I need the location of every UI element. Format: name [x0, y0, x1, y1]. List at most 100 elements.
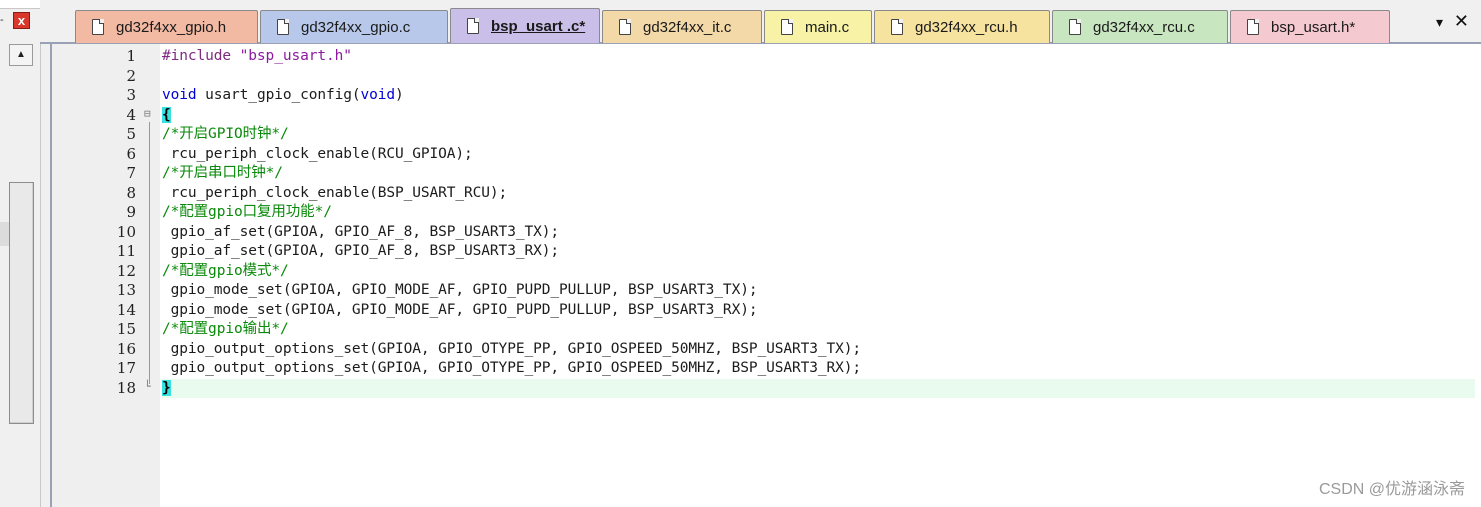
watermark: CSDN @优游涵泳斋 — [1318, 481, 1465, 498]
tab-bsp-usart-c[interactable]: bsp_usart .c* — [450, 8, 600, 43]
line-number: 5 — [126, 125, 136, 143]
line-number: 16 — [116, 339, 136, 358]
line-number: 8 — [126, 183, 136, 202]
scroll-marker — [0, 222, 9, 246]
code-text: /*配置gpio模式*/ — [162, 262, 289, 282]
code-token: usart_gpio_config( — [196, 87, 361, 103]
code-text: /*配置gpio输出*/ — [162, 320, 289, 340]
code-text: rcu_periph_clock_enable(RCU_GPIOA); — [162, 145, 473, 165]
code-token: } — [162, 379, 171, 396]
file-icon — [92, 19, 104, 35]
tab-bsp-usart-h[interactable]: bsp_usart.h* — [1230, 10, 1390, 43]
code-line[interactable]: 3 void usart_gpio_config(void) — [52, 86, 1481, 106]
pane-dash: - — [0, 14, 4, 26]
code-token: /*配置gpio口复用功能*/ — [162, 204, 332, 220]
line-number: 17 — [116, 359, 136, 377]
tab-label: gd32f4xx_rcu.h — [915, 18, 1018, 36]
tab-gd32f4xx-gpio-c[interactable]: gd32f4xx_gpio.c — [260, 10, 448, 43]
tab-label: bsp_usart.h* — [1271, 18, 1356, 36]
tab-gd32f4xx-it-c[interactable]: gd32f4xx_it.c — [602, 10, 762, 43]
line-number: 15 — [116, 320, 136, 338]
line-number: 2 — [126, 66, 136, 85]
file-icon — [467, 18, 479, 34]
line-number: 18 — [116, 378, 136, 397]
code-token: rcu_periph_clock_enable(RCU_GPIOA); — [162, 145, 473, 162]
line-number: 9 — [126, 203, 136, 221]
code-line[interactable]: 9 /*配置gpio口复用功能*/ — [52, 203, 1481, 223]
file-icon — [891, 19, 903, 35]
tab-list-menu-icon[interactable]: ▾ — [1436, 14, 1443, 31]
fold-toggle-icon[interactable]: └ — [144, 381, 155, 392]
line-number: 6 — [126, 144, 136, 163]
file-icon — [1069, 19, 1081, 35]
code-token: void — [162, 87, 197, 103]
scroll-up-arrow-icon[interactable]: ▲ — [9, 44, 33, 66]
code-token: gpio_af_set(GPIOA, GPIO_AF_8, BSP_USART3… — [162, 243, 559, 259]
code-token: gpio_output_options_set(GPIOA, GPIO_OTYP… — [162, 340, 862, 357]
code-line[interactable]: 1 #include "bsp_usart.h" — [52, 47, 1481, 67]
close-tab-icon[interactable]: ✕ — [1454, 11, 1469, 32]
code-text: gpio_af_set(GPIOA, GPIO_AF_8, BSP_USART3… — [162, 242, 559, 262]
close-pane-icon[interactable]: x — [13, 12, 30, 29]
code-text: gpio_mode_set(GPIOA, GPIO_MODE_AF, GPIO_… — [162, 301, 758, 321]
code-text: { — [162, 106, 171, 126]
code-line[interactable]: 5 /*开启GPIO时钟*/ — [52, 125, 1481, 145]
code-line[interactable]: 15 /*配置gpio输出*/ — [52, 320, 1481, 340]
code-token: /*开启GPIO时钟*/ — [162, 126, 289, 142]
line-number: 12 — [116, 261, 136, 280]
line-number: 10 — [116, 222, 136, 241]
tab-label: gd32f4xx_gpio.c — [301, 18, 411, 36]
code-text: void usart_gpio_config(void) — [162, 86, 404, 106]
code-line[interactable]: 11 gpio_af_set(GPIOA, GPIO_AF_8, BSP_USA… — [52, 242, 1481, 262]
code-text: /*开启串口时钟*/ — [162, 164, 283, 184]
code-line[interactable]: 17 gpio_output_options_set(GPIOA, GPIO_O… — [52, 359, 1481, 379]
code-line[interactable]: 13 gpio_mode_set(GPIOA, GPIO_MODE_AF, GP… — [52, 281, 1481, 301]
fold-toggle-icon[interactable]: ⊟ — [144, 108, 155, 119]
code-token: #include — [162, 48, 240, 64]
code-editor[interactable]: 1 #include "bsp_usart.h" 2 3 void usart_gpio… — [50, 44, 1481, 507]
line-number: 3 — [126, 86, 136, 104]
code-text: gpio_mode_set(GPIOA, GPIO_MODE_AF, GPIO_… — [162, 281, 758, 301]
code-line[interactable]: 18 └} — [52, 378, 1481, 399]
file-icon — [277, 19, 289, 35]
code-token: ) — [395, 87, 404, 103]
code-line[interactable]: 4 ⊟ { — [52, 106, 1481, 126]
tab-label: gd32f4xx_it.c — [643, 18, 732, 36]
file-tab-bar: ▾ ✕ gd32f4xx_gpio.h gd32f4xx_gpio.c bsp_us… — [40, 0, 1481, 44]
file-icon — [1247, 19, 1259, 35]
code-token: gpio_mode_set(GPIOA, GPIO_MODE_AF, GPIO_… — [162, 282, 758, 298]
code-line[interactable]: 12 /*配置gpio模式*/ — [52, 262, 1481, 282]
code-token: gpio_mode_set(GPIOA, GPIO_MODE_AF, GPIO_… — [162, 301, 758, 318]
tab-gd32f4xx-rcu-h[interactable]: gd32f4xx_rcu.h — [874, 10, 1050, 43]
code-line[interactable]: 16 gpio_output_options_set(GPIOA, GPIO_O… — [52, 340, 1481, 360]
code-line[interactable]: 7 /*开启串口时钟*/ — [52, 164, 1481, 184]
code-line[interactable]: 10 gpio_af_set(GPIOA, GPIO_AF_8, BSP_USA… — [52, 223, 1481, 243]
code-text: gpio_output_options_set(GPIOA, GPIO_OTYP… — [162, 340, 861, 360]
code-token: /*配置gpio输出*/ — [162, 321, 289, 337]
line-number: 4 — [126, 105, 136, 124]
code-line[interactable]: 2 — [52, 67, 1481, 87]
tab-label: bsp_usart .c* — [491, 17, 586, 35]
tab-gd32f4xx-gpio-h[interactable]: gd32f4xx_gpio.h — [75, 10, 258, 43]
line-number: 11 — [116, 242, 136, 260]
code-text: /*配置gpio口复用功能*/ — [162, 203, 332, 223]
tab-label: gd32f4xx_rcu.c — [1093, 18, 1195, 36]
line-number: 7 — [126, 164, 136, 182]
scrollbar-thumb[interactable] — [9, 182, 34, 424]
code-token: { — [162, 106, 171, 123]
code-token: void — [360, 87, 396, 103]
code-line[interactable]: 6 rcu_periph_clock_enable(RCU_GPIOA); — [52, 145, 1481, 165]
file-icon — [619, 19, 631, 35]
code-text: /*开启GPIO时钟*/ — [162, 125, 289, 145]
code-token: "bsp_usart.h" — [239, 48, 352, 64]
line-number: 14 — [116, 300, 136, 319]
code-text: rcu_periph_clock_enable(BSP_USART_RCU); — [162, 184, 508, 204]
left-pane: - x ▲ — [0, 0, 270, 507]
code-text: #include "bsp_usart.h" — [162, 47, 352, 67]
code-line[interactable]: 8 rcu_periph_clock_enable(BSP_USART_RCU)… — [52, 184, 1481, 204]
tab-gd32f4xx-rcu-c[interactable]: gd32f4xx_rcu.c — [1052, 10, 1228, 43]
line-number: 1 — [126, 47, 136, 65]
code-line[interactable]: 14 gpio_mode_set(GPIOA, GPIO_MODE_AF, GP… — [52, 301, 1481, 321]
tab-main-c[interactable]: main.c — [764, 10, 872, 43]
code-token: /*开启串口时钟*/ — [162, 165, 283, 181]
